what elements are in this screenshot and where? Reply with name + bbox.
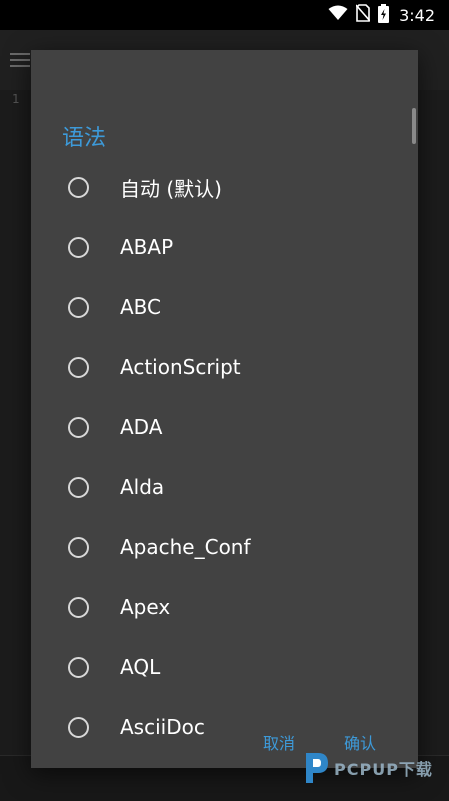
- option-actionscript[interactable]: ActionScript: [31, 337, 401, 397]
- radio-button[interactable]: [68, 236, 89, 258]
- line-number: 1: [12, 92, 20, 106]
- option-label: ActionScript: [120, 355, 241, 379]
- no-sim-icon: [355, 4, 371, 26]
- radio-button[interactable]: [68, 176, 89, 198]
- watermark-logo-icon: [300, 751, 330, 785]
- option-label: Alda: [120, 475, 165, 499]
- option-label: Apache_Conf: [120, 535, 251, 559]
- option-alda[interactable]: Alda: [31, 457, 401, 517]
- option-abap[interactable]: ABAP: [31, 217, 401, 277]
- watermark-text: PCPUP下载: [334, 760, 433, 779]
- battery-charging-icon: [378, 3, 390, 27]
- option-apache-conf[interactable]: Apache_Conf: [31, 517, 401, 577]
- option-aql[interactable]: AQL: [31, 637, 401, 697]
- radio-button[interactable]: [68, 596, 89, 618]
- radio-button[interactable]: [68, 476, 89, 498]
- status-time: 3:42: [399, 5, 435, 25]
- radio-button[interactable]: [68, 416, 89, 438]
- radio-button[interactable]: [68, 296, 89, 318]
- watermark: PCPUP下载: [300, 748, 449, 788]
- syntax-dialog: 语法 自动 (默认) ABAP ABC ActionScript ADA Ald…: [31, 50, 418, 768]
- dialog-title: 语法: [62, 126, 107, 151]
- radio-button[interactable]: [68, 356, 89, 378]
- option-ada[interactable]: ADA: [31, 397, 401, 457]
- option-label: ABC: [120, 295, 162, 319]
- radio-button[interactable]: [68, 656, 89, 678]
- option-label: ABAP: [120, 235, 174, 259]
- cancel-button[interactable]: 取消: [263, 726, 295, 762]
- option-label: Apex: [120, 595, 171, 619]
- menu-icon: [10, 53, 30, 67]
- option-label: 自动 (默认): [120, 176, 222, 201]
- option-abc[interactable]: ABC: [31, 277, 401, 337]
- status-icons: 3:42: [328, 0, 435, 30]
- option-label: AQL: [120, 655, 161, 679]
- wifi-icon: [328, 5, 348, 25]
- option-label: ADA: [120, 415, 163, 439]
- option-auto[interactable]: 自动 (默认): [31, 157, 401, 217]
- option-apex[interactable]: Apex: [31, 577, 401, 637]
- syntax-options-list: 自动 (默认) ABAP ABC ActionScript ADA Alda A…: [31, 157, 418, 757]
- scrollbar[interactable]: [412, 108, 416, 144]
- radio-button[interactable]: [68, 536, 89, 558]
- status-bar: 3:42: [0, 0, 449, 30]
